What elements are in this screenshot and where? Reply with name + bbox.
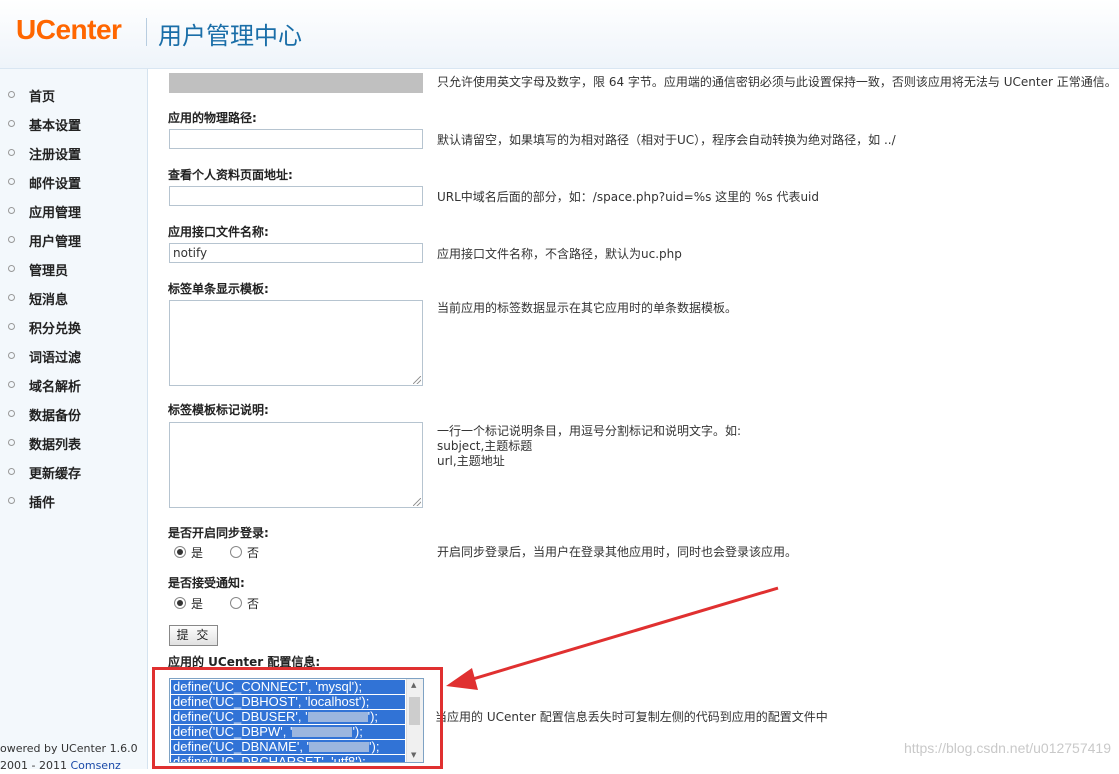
tag-template-hint: 当前应用的标签数据显示在其它应用时的单条数据模板。 [437, 301, 738, 315]
api-file-input[interactable]: notify [169, 243, 423, 263]
radio-checked-icon [174, 597, 186, 609]
sidebar-item-mail-settings[interactable]: 邮件设置 [0, 169, 147, 195]
resize-grip-icon[interactable] [413, 376, 421, 384]
bullet-icon [8, 439, 15, 446]
api-file-label: 应用接口文件名称: [168, 225, 269, 239]
bullet-icon [8, 91, 15, 98]
app-key-input[interactable] [169, 73, 423, 93]
sidebar-item-label: 应用管理 [29, 206, 82, 221]
radio-checked-icon [174, 546, 186, 558]
sync-login-yes-radio[interactable]: 是 [174, 544, 203, 561]
comsenz-link[interactable]: Comsenz [70, 759, 120, 772]
accept-notify-label: 是否接受通知: [168, 576, 245, 590]
bullet-icon [8, 352, 15, 359]
sidebar-item-label: 更新缓存 [29, 467, 82, 482]
sidebar-item-label: 用户管理 [29, 235, 82, 250]
radio-label: 是 [191, 546, 204, 560]
uc-config-hint: 当应用的 UCenter 配置信息丢失时可复制左侧的代码到应用的配置文件中 [435, 710, 828, 724]
sidebar-item-app-management[interactable]: 应用管理 [0, 198, 147, 224]
bullet-icon [8, 294, 15, 301]
bullet-icon [8, 149, 15, 156]
tag-desc-textarea[interactable] [169, 422, 423, 508]
bullet-icon [8, 497, 15, 504]
sidebar-item-label: 数据列表 [29, 438, 82, 453]
radio-label: 否 [247, 546, 260, 560]
bullet-icon [8, 468, 15, 475]
tag-desc-hint-line: subject,主题标题 [437, 439, 533, 453]
tag-desc-label: 标签模板标记说明: [168, 403, 269, 417]
radio-unchecked-icon [230, 597, 242, 609]
bullet-icon [8, 207, 15, 214]
bullet-icon [8, 120, 15, 127]
sidebar-item-label: 管理员 [29, 264, 69, 279]
bullet-icon [8, 410, 15, 417]
bullet-icon [8, 323, 15, 330]
sidebar-item-user-management[interactable]: 用户管理 [0, 227, 147, 253]
sidebar-item-credit-exchange[interactable]: 积分兑换 [0, 314, 147, 340]
resize-grip-icon[interactable] [413, 498, 421, 506]
app-header: UCenter 用户管理中心 [0, 0, 1119, 69]
accept-notify-no-radio[interactable]: 否 [230, 595, 259, 612]
sidebar-item-label: 短消息 [29, 293, 69, 308]
footer-powered-by: owered by UCenter 1.6.0 [0, 742, 138, 755]
sync-login-hint: 开启同步登录后，当用户在登录其他应用时，同时也会登录该应用。 [437, 545, 798, 559]
sidebar: 首页 基本设置 注册设置 邮件设置 应用管理 用户管理 管理员 短消息 积分兑换… [0, 69, 148, 769]
tag-desc-hint-line: 一行一个标记说明条目，用逗号分割标记和说明文字。如: [437, 424, 742, 438]
footer-copyright: 2001 - 2011 Comsenz [0, 757, 147, 774]
sidebar-item-word-filter[interactable]: 词语过滤 [0, 343, 147, 369]
tag-template-textarea[interactable] [169, 300, 423, 386]
sidebar-item-label: 词语过滤 [29, 351, 82, 366]
bullet-icon [8, 178, 15, 185]
tag-template-label: 标签单条显示模板: [168, 282, 269, 296]
sidebar-item-data-backup[interactable]: 数据备份 [0, 401, 147, 427]
path-hint: 默认请留空，如果填写的为相对路径（相对于UC），程序会自动转换为绝对路径，如 .… [437, 133, 896, 147]
radio-unchecked-icon [230, 546, 242, 558]
sidebar-item-plugins[interactable]: 插件 [0, 488, 147, 514]
app-edit-form: 只允许使用英文字母及数字，限 64 字节。应用端的通信密钥必须与此设置保持一致，… [148, 69, 1119, 769]
sidebar-item-admins[interactable]: 管理员 [0, 256, 147, 282]
radio-label: 是 [191, 597, 204, 611]
sidebar-item-data-list[interactable]: 数据列表 [0, 430, 147, 456]
bullet-icon [8, 381, 15, 388]
highlight-box [152, 667, 443, 769]
sidebar-item-label: 基本设置 [29, 119, 82, 134]
bullet-icon [8, 236, 15, 243]
sidebar-item-register-settings[interactable]: 注册设置 [0, 140, 147, 166]
sidebar-item-label: 邮件设置 [29, 177, 82, 192]
radio-label: 否 [247, 597, 260, 611]
footer-years: 2001 - 2011 [0, 759, 71, 772]
profile-url-label: 查看个人资料页面地址: [168, 168, 293, 182]
sidebar-item-label: 域名解析 [29, 380, 82, 395]
app-key-hint: 只允许使用英文字母及数字，限 64 字节。应用端的通信密钥必须与此设置保持一致，… [437, 75, 1117, 89]
sidebar-item-update-cache[interactable]: 更新缓存 [0, 459, 147, 485]
tag-desc-hint-line: url,主题地址 [437, 454, 505, 468]
sidebar-item-basic-settings[interactable]: 基本设置 [0, 111, 147, 137]
ucenter-logo: UCenter [16, 14, 122, 45]
path-input[interactable] [169, 129, 423, 149]
sidebar-item-messages[interactable]: 短消息 [0, 285, 147, 311]
sidebar-item-domain-resolve[interactable]: 域名解析 [0, 372, 147, 398]
sidebar-item-home[interactable]: 首页 [0, 82, 147, 108]
header-title: 用户管理中心 [158, 22, 302, 50]
api-file-hint: 应用接口文件名称，不含路径，默认为uc.php [437, 247, 682, 261]
sync-login-no-radio[interactable]: 否 [230, 544, 259, 561]
accept-notify-yes-radio[interactable]: 是 [174, 595, 203, 612]
profile-url-hint: URL中域名后面的部分，如：/space.php?uid=%s 这里的 %s 代… [437, 190, 819, 204]
sidebar-item-label: 注册设置 [29, 148, 82, 163]
tag-desc-hint: 一行一个标记说明条目，用逗号分割标记和说明文字。如: subject,主题标题 … [437, 424, 741, 469]
profile-url-input[interactable] [169, 186, 423, 206]
watermark-text: https://blog.csdn.net/u012757419 [903, 740, 1111, 756]
sidebar-item-label: 首页 [29, 90, 56, 105]
sync-login-label: 是否开启同步登录: [168, 526, 269, 540]
sidebar-item-label: 插件 [29, 496, 56, 511]
submit-button[interactable]: 提 交 [169, 625, 218, 646]
header-divider [146, 18, 147, 46]
sidebar-item-label: 积分兑换 [29, 322, 82, 337]
path-label: 应用的物理路径: [168, 111, 257, 125]
sidebar-item-label: 数据备份 [29, 409, 82, 424]
bullet-icon [8, 265, 15, 272]
